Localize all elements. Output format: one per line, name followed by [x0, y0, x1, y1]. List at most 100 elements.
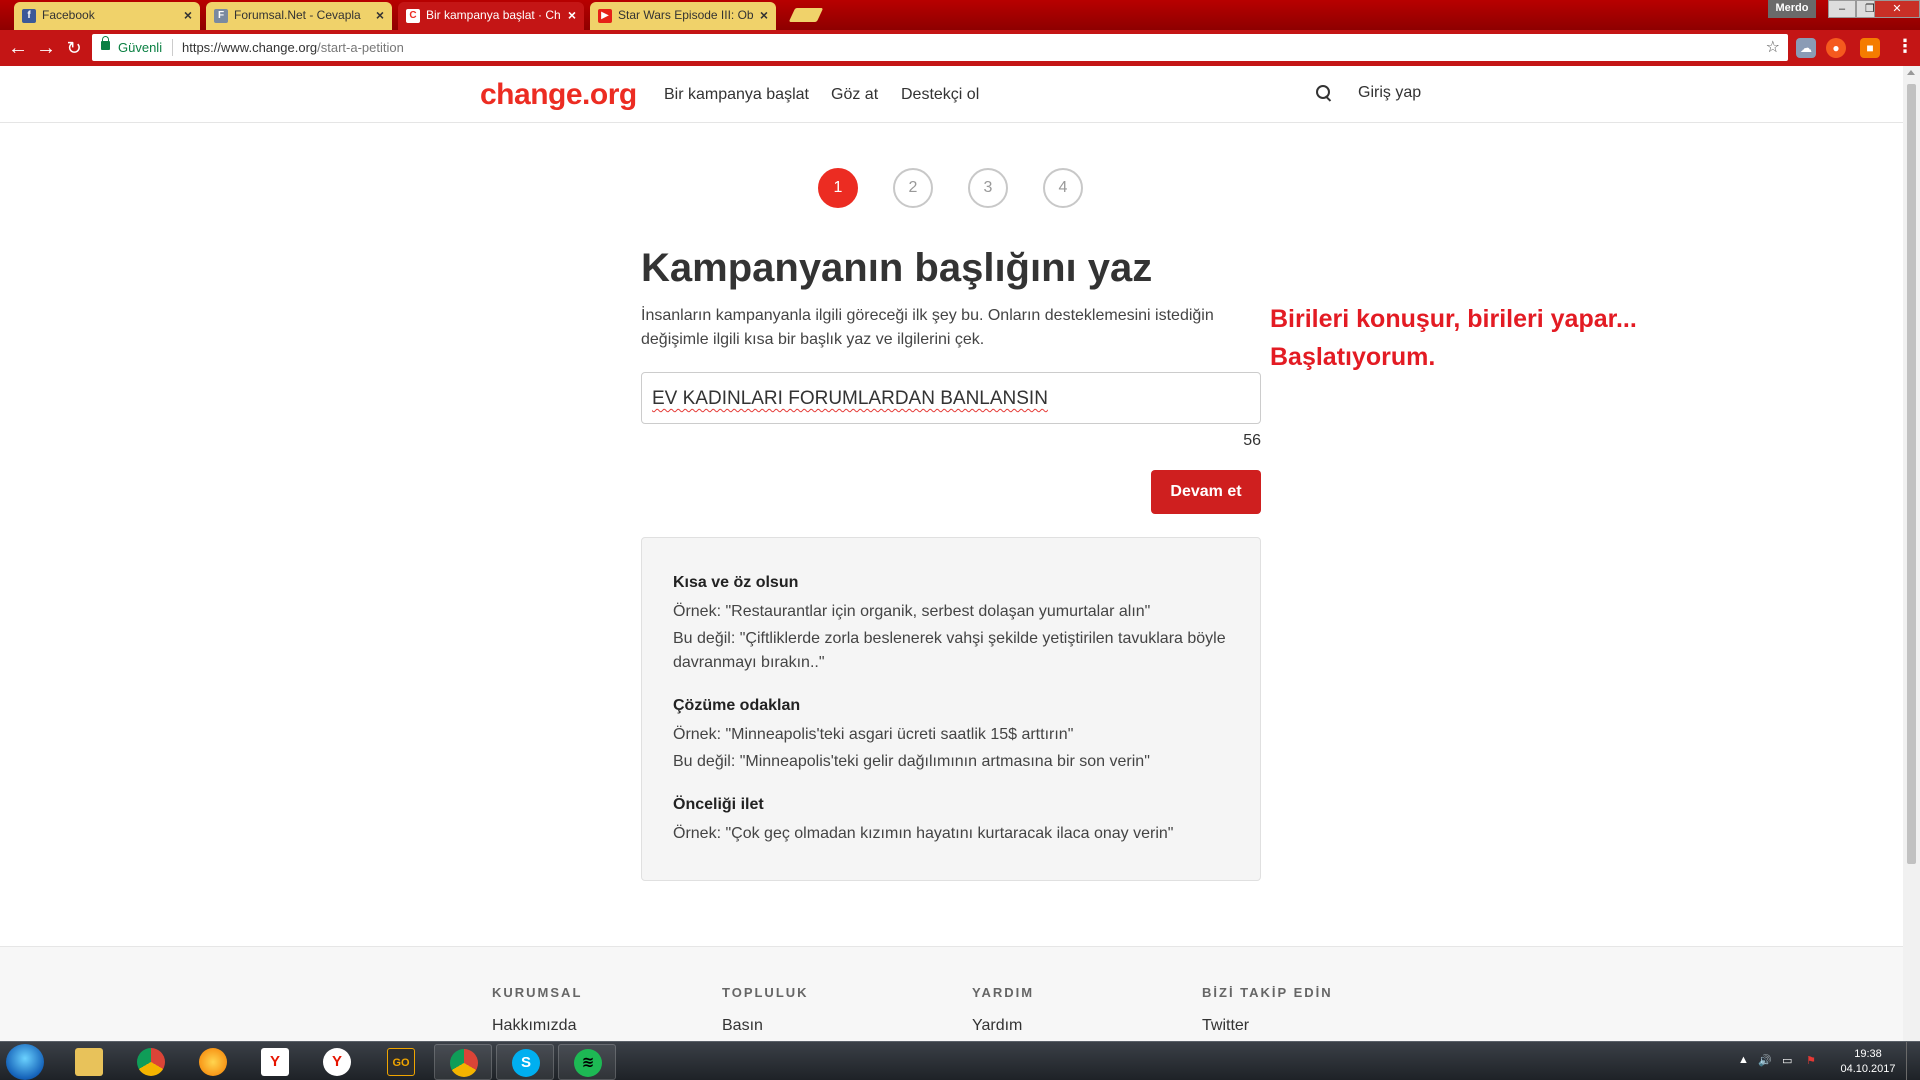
- tab-youtube[interactable]: ▶ Star Wars Episode III: Ob ×: [590, 2, 776, 30]
- site-footer: KURUMSAL Hakkımızda TOPLULUK Basın YARDI…: [0, 946, 1903, 1041]
- yandex-browser-icon: Y: [323, 1048, 351, 1076]
- tab-close-icon[interactable]: ×: [376, 7, 384, 23]
- network-icon[interactable]: ▭: [1782, 1054, 1792, 1067]
- secure-label: Güvenli: [118, 40, 163, 55]
- taskbar-skype[interactable]: S: [496, 1044, 554, 1080]
- tab-close-icon[interactable]: ×: [760, 7, 768, 23]
- url-text[interactable]: https://www.change.org/start-a-petition: [182, 40, 404, 55]
- csgo-icon: GO: [387, 1048, 415, 1076]
- footer-heading-community: TOPLULUK: [722, 985, 809, 1000]
- tip-line: Örnek: "Minneapolis'teki asgari ücreti s…: [673, 726, 1074, 743]
- taskbar-app-orange[interactable]: [184, 1044, 242, 1080]
- browser-menu-icon[interactable]: ⋮: [1896, 36, 1914, 57]
- folder-icon: [75, 1048, 103, 1076]
- page-scrollbar[interactable]: [1903, 66, 1920, 1041]
- scrollbar-thumb[interactable]: [1907, 84, 1916, 864]
- step-3: 3: [968, 168, 1008, 208]
- clock-time: 19:38: [1854, 1048, 1882, 1060]
- url-separator: [172, 39, 173, 56]
- chrome-icon: [137, 1048, 165, 1076]
- tab-label: Bir kampanya başlat · Ch: [426, 8, 561, 22]
- search-icon[interactable]: [1316, 85, 1332, 101]
- petition-title-input[interactable]: EV KADINLARI FORUMLARDAN BANLANSIN: [641, 372, 1261, 424]
- clock-date: 04.10.2017: [1840, 1063, 1896, 1075]
- address-bar[interactable]: Güvenli https://www.change.org/start-a-p…: [92, 34, 1788, 61]
- taskbar-yandex[interactable]: Y: [246, 1044, 304, 1080]
- title-description: İnsanların kampanyanla ilgili göreceği i…: [641, 307, 1214, 348]
- tip-line: Bu değil: "Çiftliklerde zorla beslenerek…: [673, 630, 1226, 671]
- tab-forumsal[interactable]: F Forumsal.Net - Cevapla ×: [206, 2, 392, 30]
- annotation-line-1: Birileri konuşur, birileri yapar...: [1270, 305, 1637, 333]
- taskbar-chrome-active[interactable]: [434, 1044, 492, 1080]
- windows-start-icon[interactable]: [6, 1044, 44, 1080]
- tips-box: Kısa ve öz olsun Örnek: "Restaurantlar i…: [641, 537, 1261, 881]
- minimize-button[interactable]: –: [1828, 0, 1856, 18]
- url-host: https://www.change.org: [182, 40, 318, 55]
- footer-link-press[interactable]: Basın: [722, 1017, 763, 1035]
- tab-change-org[interactable]: C Bir kampanya başlat · Ch ×: [398, 2, 584, 30]
- windows-taskbar: Y Y GO S ≋ ▲ 🔊 ▭ ⚑ 19:38 04.10.2017: [0, 1041, 1920, 1080]
- chrome-icon: [450, 1049, 478, 1077]
- extension-notification-icon[interactable]: ●: [1826, 38, 1846, 58]
- tip-line: Örnek: "Çok geç olmadan kızımın hayatını…: [673, 825, 1174, 842]
- red-annotation-text: Birileri konuşur, birileri yapar... Başl…: [1270, 300, 1637, 376]
- tab-label: Forumsal.Net - Cevapla: [234, 8, 361, 22]
- skype-icon: S: [512, 1049, 540, 1077]
- login-link[interactable]: Giriş yap: [1358, 84, 1421, 102]
- footer-link-twitter[interactable]: Twitter: [1202, 1017, 1249, 1035]
- url-path: /start-a-petition: [317, 40, 404, 55]
- taskbar-explorer[interactable]: [60, 1044, 118, 1080]
- profile-name[interactable]: Merdo: [1768, 0, 1816, 18]
- change-org-logo[interactable]: change.org: [480, 78, 637, 112]
- nav-start-campaign[interactable]: Bir kampanya başlat: [664, 86, 809, 104]
- footer-link-help[interactable]: Yardım: [972, 1017, 1022, 1035]
- petition-title-value: EV KADINLARI FORUMLARDAN BANLANSIN: [652, 388, 1048, 409]
- step-4: 4: [1043, 168, 1083, 208]
- step-1: 1: [818, 168, 858, 208]
- new-tab-button[interactable]: [788, 8, 824, 22]
- tab-close-icon[interactable]: ×: [184, 7, 192, 23]
- taskbar-clock[interactable]: 19:38 04.10.2017: [1838, 1047, 1898, 1077]
- orange-app-icon: [199, 1048, 227, 1076]
- nav-browse[interactable]: Göz at: [831, 86, 878, 104]
- tab-close-icon[interactable]: ×: [568, 7, 576, 23]
- action-center-icon[interactable]: ⚑: [1806, 1054, 1816, 1067]
- taskbar-spotify[interactable]: ≋: [558, 1044, 616, 1080]
- show-desktop-button[interactable]: [1906, 1042, 1920, 1080]
- reload-icon[interactable]: ↻: [62, 36, 86, 60]
- volume-icon[interactable]: 🔊: [1758, 1054, 1772, 1067]
- page-title: Kampanyanın başlığını yaz: [641, 246, 1153, 290]
- browser-tab-strip: f Facebook × F Forumsal.Net - Cevapla × …: [0, 0, 1920, 30]
- tip-heading: Kısa ve öz olsun: [673, 574, 799, 591]
- close-window-button[interactable]: ✕: [1874, 0, 1920, 18]
- youtube-icon: ▶: [598, 9, 612, 23]
- annotation-line-2: Başlatıyorum.: [1270, 343, 1436, 371]
- scroll-up-arrow-icon[interactable]: [1907, 70, 1915, 75]
- tip-group: Çözüme odaklan Örnek: "Minneapolis'teki …: [673, 697, 1229, 774]
- site-header: change.org Bir kampanya başlat Göz at De…: [0, 66, 1903, 123]
- footer-heading-help: YARDIM: [972, 985, 1035, 1000]
- taskbar-yandex-browser[interactable]: Y: [308, 1044, 366, 1080]
- facebook-icon: f: [22, 9, 36, 23]
- nav-become-supporter[interactable]: Destekçi ol: [901, 86, 979, 104]
- bookmark-star-icon[interactable]: ☆: [1766, 37, 1780, 57]
- browser-toolbar: ← → ↻ Güvenli https://www.change.org/sta…: [0, 30, 1920, 66]
- extension-puzzle-icon[interactable]: ■: [1860, 38, 1880, 58]
- back-arrow-icon[interactable]: ←: [6, 36, 30, 60]
- step-2: 2: [893, 168, 933, 208]
- tip-heading: Önceliği ilet: [673, 796, 764, 813]
- change-org-icon: C: [406, 9, 420, 23]
- taskbar-csgo[interactable]: GO: [372, 1044, 430, 1080]
- tray-expand-icon[interactable]: ▲: [1738, 1054, 1749, 1066]
- spotify-icon: ≋: [574, 1049, 602, 1077]
- footer-link-about[interactable]: Hakkımızda: [492, 1017, 576, 1035]
- forum-icon: F: [214, 9, 228, 23]
- extension-cloud-icon[interactable]: ☁: [1796, 38, 1816, 58]
- tab-facebook[interactable]: f Facebook ×: [14, 2, 200, 30]
- continue-button[interactable]: Devam et: [1151, 470, 1261, 514]
- taskbar-chrome[interactable]: [122, 1044, 180, 1080]
- tip-line: Örnek: "Restaurantlar için organik, serb…: [673, 603, 1151, 620]
- forward-arrow-icon[interactable]: →: [34, 36, 58, 60]
- tip-group: Kısa ve öz olsun Örnek: "Restaurantlar i…: [673, 574, 1229, 675]
- footer-heading-corporate: KURUMSAL: [492, 985, 583, 1000]
